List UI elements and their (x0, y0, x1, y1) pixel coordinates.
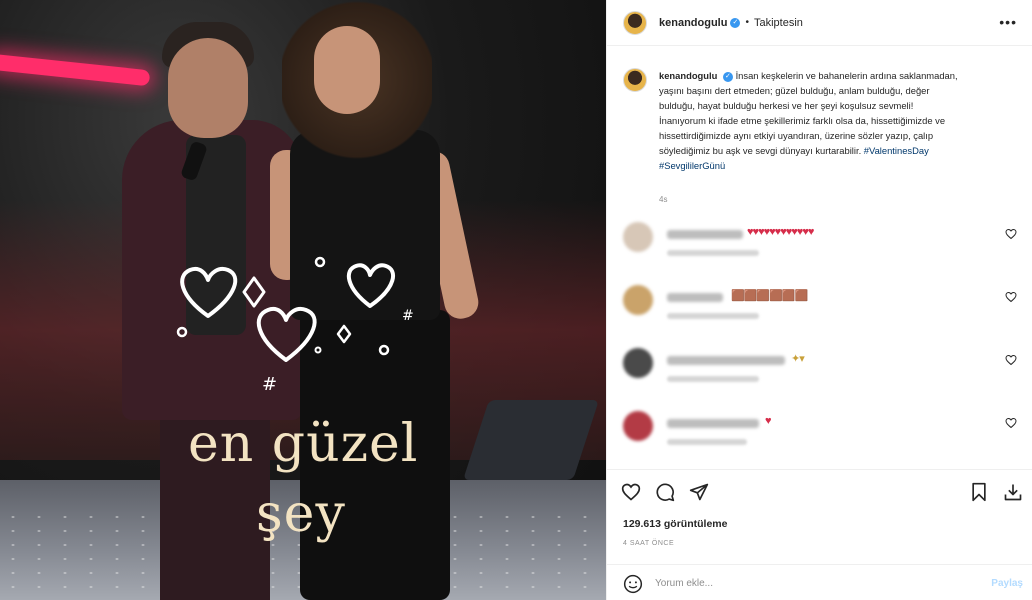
doodle-dot-3 (378, 344, 390, 356)
comment-meta-blurred (667, 439, 747, 445)
photo-overlay-text-line2: şey (256, 484, 346, 544)
comment-meta-blurred (667, 376, 759, 382)
post-header: kenandogulu ✓ • Takiptesin ••• (607, 0, 1032, 46)
comment-bubble-icon[interactable] (655, 482, 675, 502)
comment-meta-blurred (667, 250, 759, 256)
caption-verified-badge-icon: ✓ (722, 71, 733, 82)
follow-status[interactable]: Takiptesin (754, 17, 803, 29)
doodle-diamond-2 (336, 324, 352, 344)
download-icon[interactable] (1003, 482, 1023, 502)
separator-dot: • (745, 17, 749, 28)
verified-badge-icon: ✓ (730, 17, 741, 28)
commenter-avatar[interactable] (623, 285, 653, 315)
doodle-heart-center (256, 307, 317, 362)
commenter-username-blurred (667, 419, 759, 428)
like-comment-heart-icon[interactable] (1005, 228, 1017, 240)
more-options-icon[interactable]: ••• (999, 14, 1017, 30)
commenter-username-blurred (667, 293, 723, 302)
caption-username[interactable]: kenandogulu (659, 70, 717, 81)
comment-text: 🟫🟫🟫🟫🟫🟫 (731, 290, 808, 302)
comment-input[interactable] (655, 574, 955, 592)
commenter-avatar[interactable] (623, 348, 653, 378)
photo-overlay-text-line1: en güzel (188, 414, 419, 474)
doodle-dot-1 (176, 326, 188, 338)
doodle-dot-2 (314, 256, 326, 268)
heart-doodles: # # (176, 256, 414, 395)
comment-text: ✦▾ (791, 353, 805, 365)
commenter-username-blurred (667, 356, 785, 365)
share-paperplane-icon[interactable] (689, 482, 709, 502)
post-comment-button[interactable]: Paylaş (991, 578, 1023, 589)
post-caption: kenandogulu ✓ İnsan keşkelerin ve bahane… (623, 68, 1019, 173)
instagram-post-view: # # en güzel şey kenandogulu ✓ • Takipte… (0, 0, 1032, 600)
caption-text-block: kenandogulu ✓ İnsan keşkelerin ve bahane… (659, 68, 959, 173)
caption-time: 4s (659, 195, 668, 204)
doodle-hash-1: # (262, 374, 277, 395)
author-username[interactable]: kenandogulu (659, 17, 727, 29)
like-heart-icon[interactable] (621, 482, 641, 502)
woman-figure-face (314, 26, 380, 114)
comment-composer: Paylaş (607, 564, 1032, 600)
author-avatar[interactable] (623, 10, 647, 35)
doodle-dot-4 (314, 346, 322, 354)
post-photo[interactable]: # # en güzel şey (0, 0, 606, 600)
post-action-bar (607, 469, 1032, 513)
neon-light (0, 53, 151, 87)
views-count[interactable]: 129.613 görüntüleme (623, 518, 727, 530)
doodle-diamond-1 (242, 276, 266, 308)
like-comment-heart-icon[interactable] (1005, 354, 1017, 366)
commenter-avatar[interactable] (623, 222, 653, 252)
comment-item: ♥♥♥♥♥♥♥♥♥♥♥♥ (623, 222, 1023, 266)
doodle-heart-left (180, 267, 238, 318)
comment-meta-blurred (667, 313, 759, 319)
man-figure-head (168, 38, 248, 138)
post-timestamp: 4 SAAT ÖNCE (623, 540, 675, 547)
doodle-heart-right (346, 263, 396, 308)
like-comment-heart-icon[interactable] (1005, 291, 1017, 303)
comment-item: ♥ (623, 411, 1023, 455)
commenter-avatar[interactable] (623, 411, 653, 441)
comment-text: ♥ (765, 415, 771, 427)
like-comment-heart-icon[interactable] (1005, 417, 1017, 429)
save-bookmark-icon[interactable] (969, 482, 989, 502)
comment-item: 🟫🟫🟫🟫🟫🟫 (623, 285, 1023, 329)
commenter-username-blurred (667, 230, 743, 239)
comment-text: ♥♥♥♥♥♥♥♥♥♥♥♥ (747, 226, 814, 238)
emoji-picker-icon[interactable] (623, 574, 643, 594)
doodle-hash-2: # (402, 308, 414, 324)
post-side-panel: kenandogulu ✓ • Takiptesin ••• kenandogu… (606, 0, 1032, 600)
caption-author-avatar[interactable] (623, 68, 647, 92)
comment-item: ✦▾ (623, 348, 1023, 392)
caption-body: İnsan keşkelerin ve bahanelerin ardına s… (659, 70, 958, 156)
